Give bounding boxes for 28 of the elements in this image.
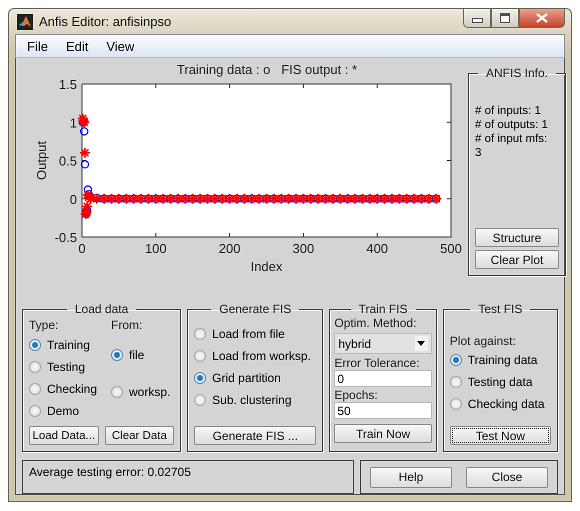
tick-label: -0.5 <box>54 230 77 245</box>
group-title: Load data <box>74 302 130 316</box>
window-title: Anfis Editor: anfisinpso <box>39 14 172 30</box>
group-title: ANFIS Info. <box>484 66 550 80</box>
group-title: Test FIS <box>477 302 524 316</box>
axis-label: Output <box>34 140 49 180</box>
tick-label: 200 <box>218 241 240 256</box>
chart-title: Training data : o FIS output : * <box>176 62 358 77</box>
tick-label: 0.5 <box>58 154 77 168</box>
field-label: From: <box>111 318 144 332</box>
tick-label: 1 <box>70 115 77 130</box>
tick-label: 300 <box>292 241 314 256</box>
field-label: Optim. Method: <box>334 316 418 330</box>
field-label: Error Tolerance: <box>334 356 421 370</box>
field-label: Epochs: <box>334 388 379 402</box>
field-label: Type: <box>29 318 60 332</box>
tick-label: 500 <box>440 241 462 256</box>
tick-label: 0 <box>78 241 86 256</box>
axis-label: Index <box>250 259 282 274</box>
field-label: Plot against: <box>450 334 517 348</box>
tick-label: 400 <box>366 241 388 256</box>
tick-label: 1.5 <box>58 77 77 92</box>
info-text: # of inputs: 1 # of outputs: 1 # of input mfs: 3 <box>475 104 549 161</box>
tick-label: 100 <box>144 241 167 256</box>
group-title: Train FIS <box>358 302 409 316</box>
status-bar: Average testing error: 0.02705 <box>22 460 354 494</box>
group-title: Generate FIS <box>218 302 292 316</box>
tick-label: 0 <box>70 192 77 207</box>
